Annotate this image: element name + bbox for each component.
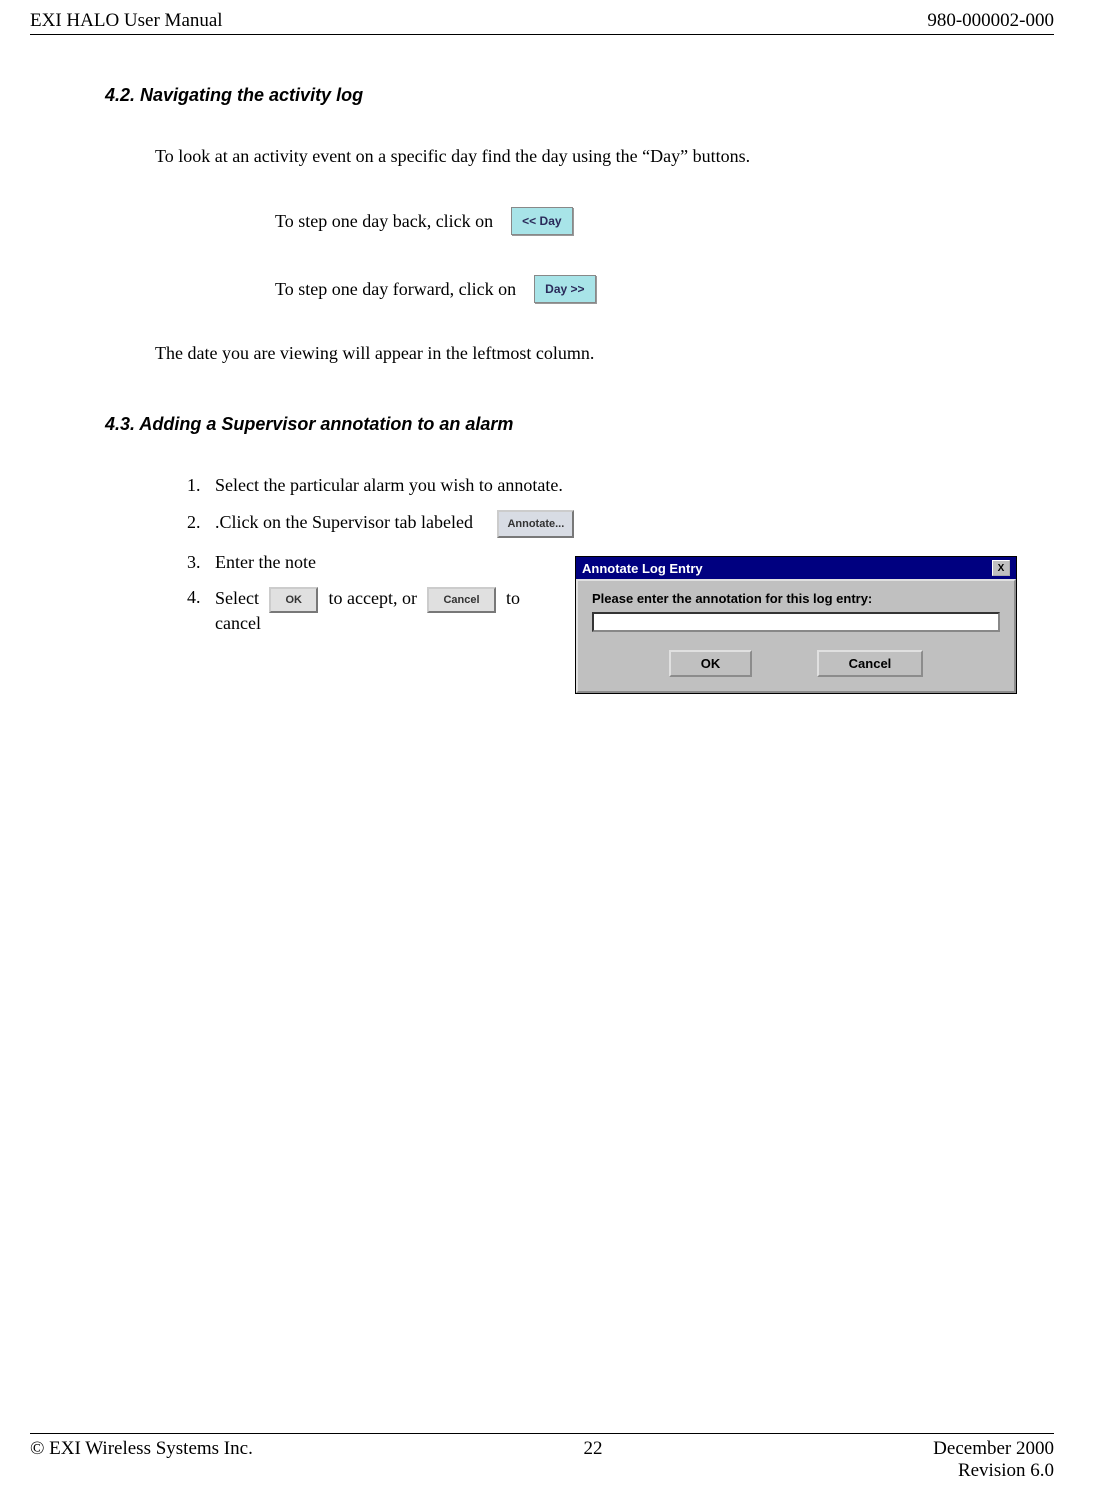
day-back-row: To step one day back, click on << Day: [275, 207, 1054, 235]
close-icon[interactable]: X: [992, 560, 1010, 576]
section-4-2-heading: 4.2. Navigating the activity log: [105, 85, 1054, 106]
dialog-title-text: Annotate Log Entry: [582, 561, 703, 576]
cancel-inline-button[interactable]: Cancel: [427, 587, 495, 613]
footer-copyright: © EXI Wireless Systems Inc.: [30, 1438, 253, 1460]
ok-inline-button[interactable]: OK: [269, 587, 318, 613]
dialog-prompt: Please enter the annotation for this log…: [592, 591, 1000, 606]
day-back-text: To step one day back, click on: [275, 211, 493, 232]
dialog-cancel-button[interactable]: Cancel: [817, 650, 924, 677]
day-forward-text: To step one day forward, click on: [275, 279, 516, 300]
page-footer: © EXI Wireless Systems Inc. 22 December …: [30, 1433, 1054, 1482]
day-forward-button[interactable]: Day >>: [534, 275, 595, 303]
page-header: EXI HALO User Manual 980-000002-000: [30, 10, 1054, 35]
annotate-button[interactable]: Annotate...: [497, 510, 574, 538]
section-4-3-heading: 4.3. Adding a Supervisor annotation to a…: [105, 414, 1054, 435]
footer-revision: Revision 6.0: [958, 1460, 1054, 1481]
day-back-button[interactable]: << Day: [511, 207, 572, 235]
annotation-input[interactable]: [592, 612, 1000, 632]
step-2: .Click on the Supervisor tab labeled Ann…: [205, 510, 1054, 538]
footer-date: December 2000: [933, 1438, 1054, 1460]
footer-page-number: 22: [584, 1438, 603, 1460]
step-1: Select the particular alarm you wish to …: [205, 475, 1054, 496]
section-4-2-note: The date you are viewing will appear in …: [155, 343, 1054, 364]
header-left: EXI HALO User Manual: [30, 10, 223, 32]
day-forward-row: To step one day forward, click on Day >>: [275, 275, 1054, 303]
dialog-titlebar: Annotate Log Entry X: [576, 557, 1016, 579]
dialog-ok-button[interactable]: OK: [669, 650, 753, 677]
header-right: 980-000002-000: [927, 10, 1054, 32]
section-4-2-intro: To look at an activity event on a specif…: [155, 146, 1054, 167]
annotate-dialog: Annotate Log Entry X Please enter the an…: [575, 556, 1017, 694]
